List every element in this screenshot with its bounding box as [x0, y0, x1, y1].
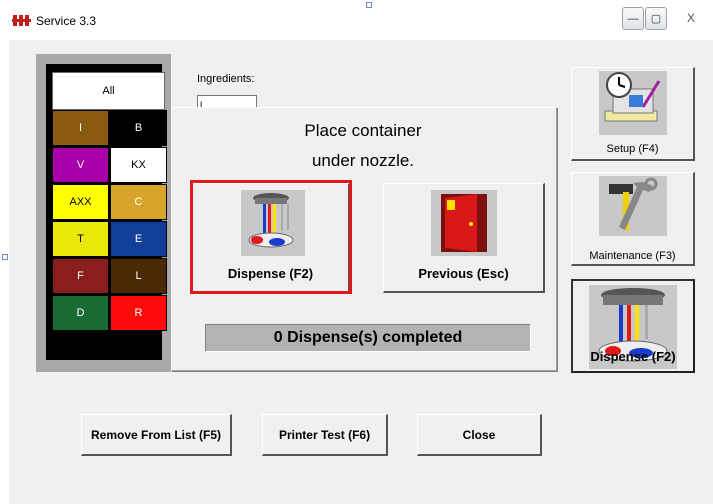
- palette-swatch-label: B: [134, 122, 143, 134]
- palette-swatch-d[interactable]: D: [52, 295, 109, 331]
- palette-swatch-r[interactable]: R: [110, 295, 167, 331]
- palette-swatch-b[interactable]: B: [110, 110, 167, 146]
- close-button[interactable]: Close: [417, 414, 542, 456]
- palette-swatch-c[interactable]: C: [110, 184, 167, 220]
- close-window-button[interactable]: X: [675, 7, 707, 28]
- dialog-message-line1: Place container: [304, 121, 422, 140]
- palette-swatch-l[interactable]: L: [110, 258, 167, 294]
- dialog-message-line2: under nozzle.: [311, 151, 415, 170]
- palette-swatch-label: T: [77, 233, 84, 245]
- previous-button[interactable]: Previous (Esc): [383, 183, 545, 293]
- highlight-box: [190, 180, 352, 294]
- palette-swatch-v[interactable]: V: [52, 147, 109, 183]
- palette-swatch-label: I: [78, 122, 83, 134]
- dispense-label: Dispense (F2): [590, 349, 676, 364]
- close-icon: X: [686, 10, 695, 25]
- resize-handle-top[interactable]: [366, 2, 372, 8]
- maintenance-tools-icon: [599, 176, 667, 236]
- palette-swatch-label: KX: [131, 159, 146, 171]
- palette-swatch-label: V: [76, 159, 85, 171]
- minimize-icon: —: [627, 12, 639, 25]
- window-title: Service 3.3: [36, 14, 97, 28]
- previous-label: Previous (Esc): [418, 266, 509, 281]
- palette-all-label: All: [102, 85, 115, 97]
- printer-test-button[interactable]: Printer Test (F6): [262, 414, 388, 456]
- maximize-icon: ▢: [650, 13, 662, 25]
- palette-swatch-i[interactable]: I: [52, 110, 109, 146]
- palette-swatch-axx[interactable]: AXX: [52, 184, 109, 220]
- exit-door-icon: [431, 190, 497, 256]
- app-logo-icon: [12, 15, 31, 26]
- palette-swatch-label: C: [134, 196, 143, 208]
- dispense-status: 0 Dispense(s) completed: [205, 324, 531, 352]
- palette-swatch-t[interactable]: T: [52, 221, 109, 257]
- setup-button[interactable]: Setup (F4): [571, 67, 695, 161]
- title-bar: Service 3.3 — ▢ X: [0, 0, 713, 40]
- palette-swatch-f[interactable]: F: [52, 258, 109, 294]
- palette-swatch-kx[interactable]: KX: [110, 147, 167, 183]
- setup-label: Setup (F4): [606, 143, 659, 155]
- palette-swatch-label: AXX: [69, 196, 92, 208]
- palette-swatch-label: L: [135, 270, 142, 282]
- palette-swatch-e[interactable]: E: [110, 221, 167, 257]
- ingredients-label: Ingredients:: [197, 73, 255, 85]
- palette-swatch-label: F: [77, 270, 84, 282]
- setup-clock-icon: [599, 71, 667, 135]
- maximize-button[interactable]: ▢: [645, 7, 667, 30]
- minimize-button[interactable]: —: [622, 7, 644, 30]
- palette-swatch-label: R: [134, 307, 143, 319]
- remove-from-list-button[interactable]: Remove From List (F5): [81, 414, 232, 456]
- maintenance-button[interactable]: Maintenance (F3): [571, 172, 695, 266]
- resize-handle-left[interactable]: [2, 254, 8, 260]
- dispense-button[interactable]: Dispense (F2): [571, 279, 695, 373]
- palette-swatch-label: D: [76, 307, 85, 319]
- palette-all-button[interactable]: All: [52, 72, 165, 110]
- palette-swatch-label: E: [134, 233, 143, 245]
- maintenance-label: Maintenance (F3): [589, 250, 676, 262]
